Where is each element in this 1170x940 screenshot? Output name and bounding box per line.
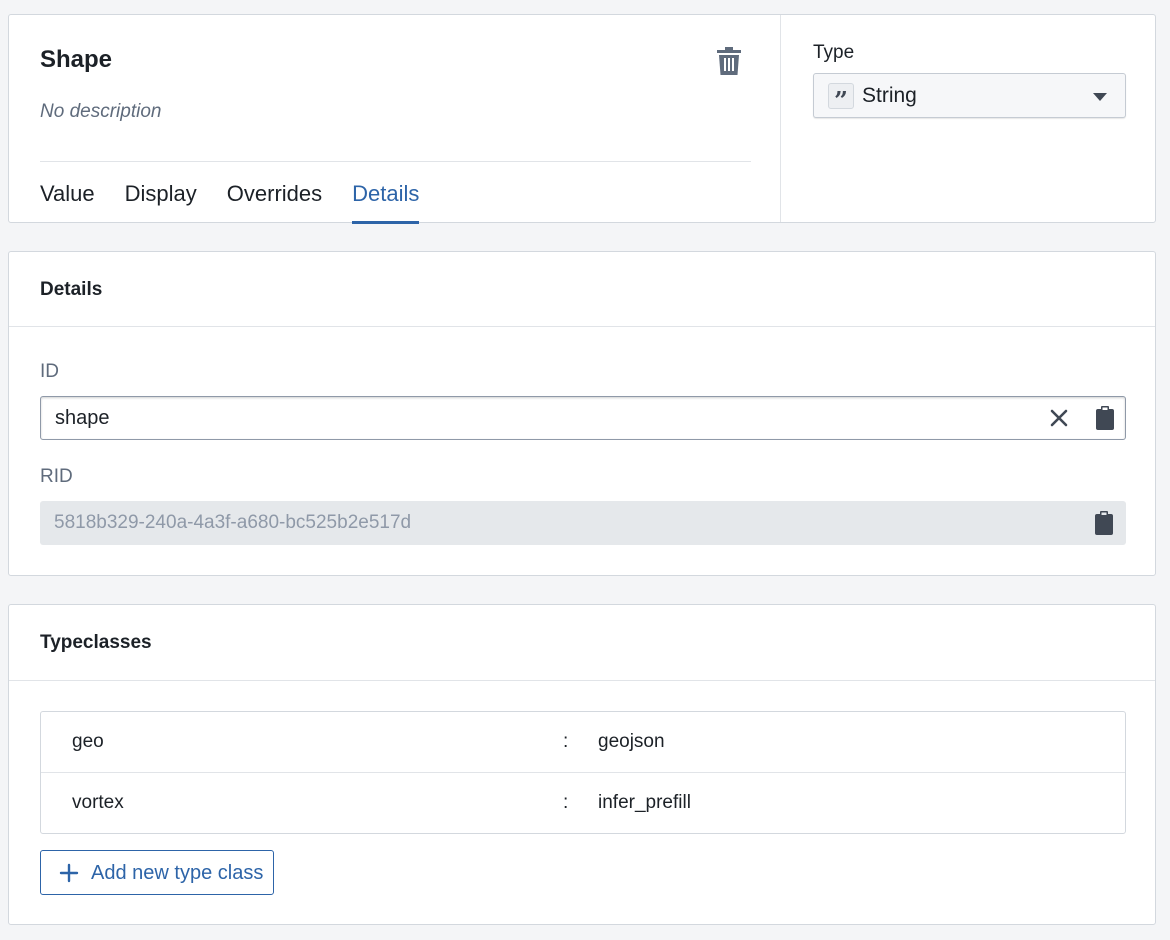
- property-header-main: Shape No description Value Display Overr…: [9, 15, 781, 224]
- copy-rid-button[interactable]: [1092, 510, 1116, 536]
- rid-input: 5818b329-240a-4a3f-a680-bc525b2e517d: [40, 501, 1126, 545]
- add-type-class-button[interactable]: Add new type class: [40, 850, 274, 895]
- copy-id-button[interactable]: [1093, 405, 1117, 431]
- header-divider: [40, 161, 751, 162]
- typeclasses-card: Typeclasses geo : geojson vortex : infer…: [8, 604, 1156, 925]
- tab-value[interactable]: Value: [40, 180, 95, 224]
- property-description[interactable]: No description: [40, 101, 161, 123]
- tab-details[interactable]: Details: [352, 180, 420, 224]
- rid-label: RID: [40, 466, 73, 487]
- close-icon: [1050, 409, 1068, 427]
- clipboard-icon: [1095, 511, 1113, 535]
- caret-down-icon: [1093, 93, 1107, 101]
- property-header-card: Shape No description Value Display Overr…: [8, 14, 1156, 224]
- property-title: Shape: [40, 46, 113, 73]
- tab-overrides[interactable]: Overrides: [227, 180, 322, 224]
- details-divider: [9, 326, 1155, 327]
- typeclass-value: infer_prefill: [598, 792, 691, 813]
- rid-input-value: 5818b329-240a-4a3f-a680-bc525b2e517d: [54, 512, 412, 533]
- plus-icon: [59, 863, 79, 883]
- tab-bar: Value Display Overrides Details: [40, 180, 449, 224]
- typeclass-key: vortex: [72, 792, 124, 813]
- delete-button[interactable]: [715, 46, 743, 76]
- quote-icon: ”: [828, 83, 854, 115]
- type-select[interactable]: ” String: [813, 73, 1126, 118]
- typeclasses-divider: [9, 680, 1155, 681]
- id-input[interactable]: shape: [40, 396, 1126, 440]
- trash-icon: [717, 47, 741, 75]
- typeclasses-title: Typeclasses: [40, 632, 152, 653]
- typeclass-separator: :: [563, 792, 569, 813]
- id-label: ID: [40, 361, 59, 382]
- typeclasses-table: geo : geojson vortex : infer_prefill: [40, 711, 1126, 834]
- typeclass-separator: :: [563, 731, 569, 752]
- typeclass-value: geojson: [598, 731, 665, 752]
- table-row[interactable]: geo : geojson: [41, 712, 1125, 773]
- clear-button[interactable]: [1047, 406, 1071, 430]
- details-title: Details: [40, 279, 103, 300]
- details-card: Details ID shape RID 5818b329-240a-4a3f-…: [8, 251, 1156, 576]
- clipboard-icon: [1096, 406, 1114, 430]
- typeclass-key: geo: [72, 731, 104, 752]
- tab-display[interactable]: Display: [125, 180, 197, 224]
- id-input-value: shape: [55, 407, 110, 429]
- type-select-value: String: [862, 84, 917, 107]
- type-label: Type: [813, 42, 855, 63]
- add-type-class-label: Add new type class: [91, 862, 264, 884]
- table-row[interactable]: vortex : infer_prefill: [41, 773, 1125, 834]
